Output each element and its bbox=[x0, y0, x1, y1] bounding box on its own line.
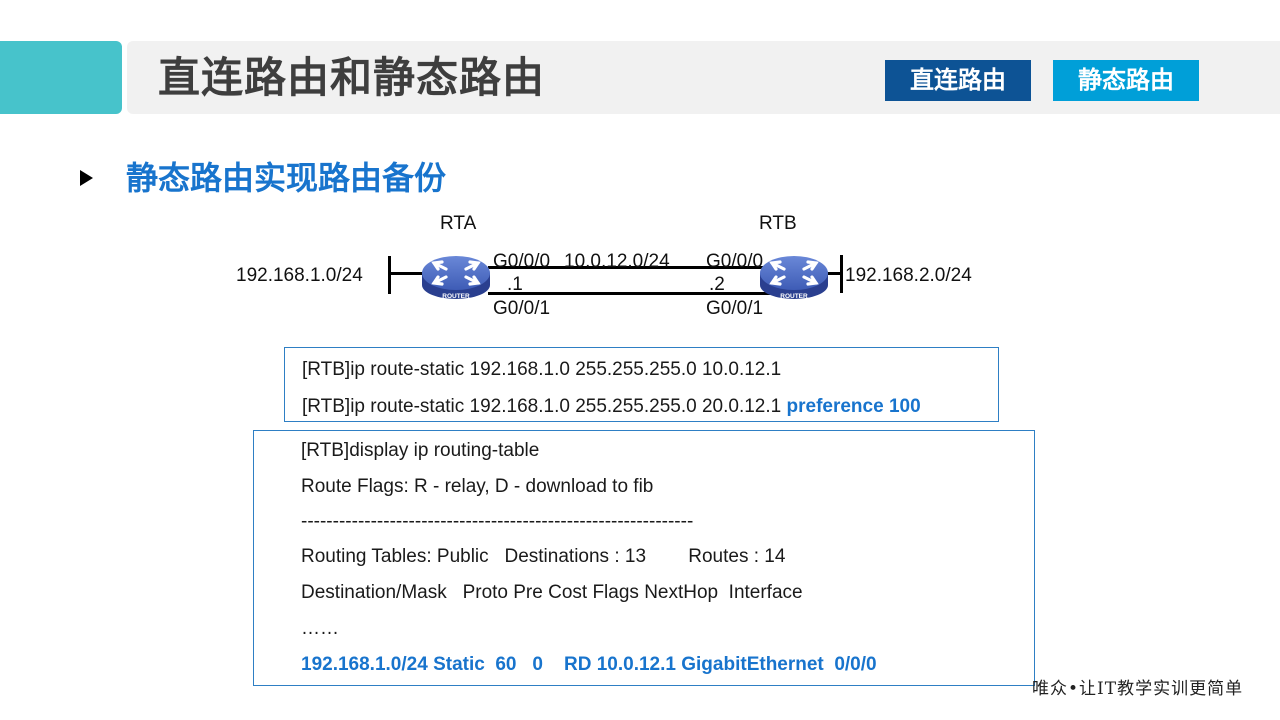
rtb-top-iface-label: G0/0/0 bbox=[706, 251, 764, 272]
triangle-right-icon bbox=[80, 170, 93, 186]
config-line-2: [RTB]ip route-static 192.168.1.0 255.255… bbox=[302, 396, 921, 418]
table-columns-header: Destination/Mask Proto Pre Cost Flags Ne… bbox=[301, 582, 803, 603]
router-rta-icon: ROUTER bbox=[420, 253, 492, 303]
footer-slogan: 唯众•让IT教学实训更简单 bbox=[1032, 679, 1244, 699]
config-line-1: [RTB]ip route-static 192.168.1.0 255.255… bbox=[302, 359, 781, 381]
page-title: 直连路由和静态路由 bbox=[158, 53, 546, 102]
link-g001 bbox=[488, 292, 770, 295]
tab-static-route[interactable]: 静态路由 bbox=[1053, 60, 1199, 101]
routing-table-box: [RTB]display ip routing-table Route Flag… bbox=[253, 430, 1035, 686]
rtb-bottom-iface-label: G0/0/1 bbox=[706, 298, 764, 319]
lan-left-label: 192.168.1.0/24 bbox=[236, 265, 363, 286]
top-link-network-label: 10.0.12.0/24 bbox=[564, 251, 670, 272]
lan-left-segment bbox=[388, 256, 391, 294]
config-commands-box: [RTB]ip route-static 192.168.1.0 255.255… bbox=[284, 347, 999, 422]
rta-top-iface-label: G0/0/0 bbox=[493, 251, 551, 272]
display-command: [RTB]display ip routing-table bbox=[301, 440, 540, 461]
router-rtb-icon: ROUTER bbox=[758, 253, 830, 303]
rta-bottom-iface-label: G0/0/1 bbox=[493, 298, 551, 319]
router-label-rtb: RTB bbox=[759, 213, 797, 234]
router-label-rta: RTA bbox=[440, 213, 477, 234]
ellipsis: …… bbox=[301, 618, 339, 639]
separator-line: ----------------------------------------… bbox=[301, 511, 694, 532]
svg-text:ROUTER: ROUTER bbox=[442, 293, 470, 300]
config-line-1-text: [RTB]ip route-static 192.168.1.0 255.255… bbox=[302, 359, 782, 380]
routing-summary-line: Routing Tables: Public Destinations : 13… bbox=[301, 546, 786, 567]
lan-left-link bbox=[388, 272, 424, 275]
highlighted-route-row: 192.168.1.0/24 Static 60 0 RD 10.0.12.1 … bbox=[301, 654, 877, 675]
tab-direct-route[interactable]: 直连路由 bbox=[885, 60, 1031, 101]
lan-right-label: 192.168.2.0/24 bbox=[845, 265, 972, 286]
header-accent-block bbox=[0, 41, 122, 114]
route-flags-line: Route Flags: R - relay, D - download to … bbox=[301, 476, 654, 497]
rta-host-id: .1 bbox=[507, 274, 523, 295]
preference-highlight: preference 100 bbox=[786, 396, 921, 417]
svg-text:ROUTER: ROUTER bbox=[780, 293, 808, 300]
section-title: 静态路由实现路由备份 bbox=[126, 159, 447, 197]
rtb-host-id: .2 bbox=[709, 274, 725, 295]
config-line-2-text: [RTB]ip route-static 192.168.1.0 255.255… bbox=[302, 396, 787, 417]
